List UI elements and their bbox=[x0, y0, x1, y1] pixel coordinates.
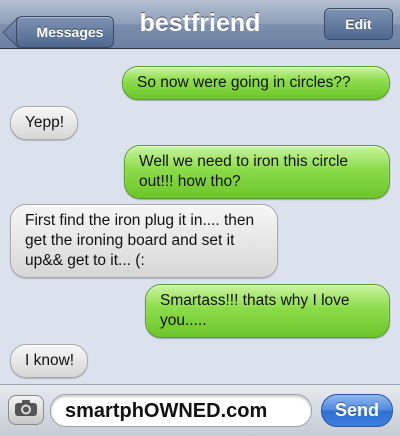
camera-icon bbox=[14, 399, 38, 422]
back-button[interactable]: Messages bbox=[16, 16, 114, 48]
message-input[interactable]: smartphOWNED.com bbox=[50, 394, 312, 427]
edit-button[interactable]: Edit bbox=[324, 8, 393, 40]
send-button[interactable]: Send bbox=[321, 394, 393, 427]
message-bubble-sent[interactable]: Smartass!!! thats why I love you..... bbox=[145, 284, 390, 338]
navigation-bar: Messages bestfriend Edit bbox=[0, 0, 400, 49]
message-thread: So now were going in circles?? Yepp! Wel… bbox=[0, 50, 400, 380]
message-bubble-received[interactable]: First find the iron plug it in.... then … bbox=[10, 204, 278, 278]
message-bubble-received[interactable]: Yepp! bbox=[10, 106, 78, 140]
message-bubble-sent[interactable]: So now were going in circles?? bbox=[122, 66, 390, 100]
back-button-wrapper[interactable]: Messages bbox=[8, 8, 114, 48]
compose-bar: smartphOWNED.com Send bbox=[0, 384, 400, 436]
message-bubble-received[interactable]: I know! bbox=[10, 344, 88, 378]
camera-button[interactable] bbox=[8, 395, 44, 425]
message-bubble-sent[interactable]: Well we need to iron this circle out!!! … bbox=[124, 145, 390, 199]
